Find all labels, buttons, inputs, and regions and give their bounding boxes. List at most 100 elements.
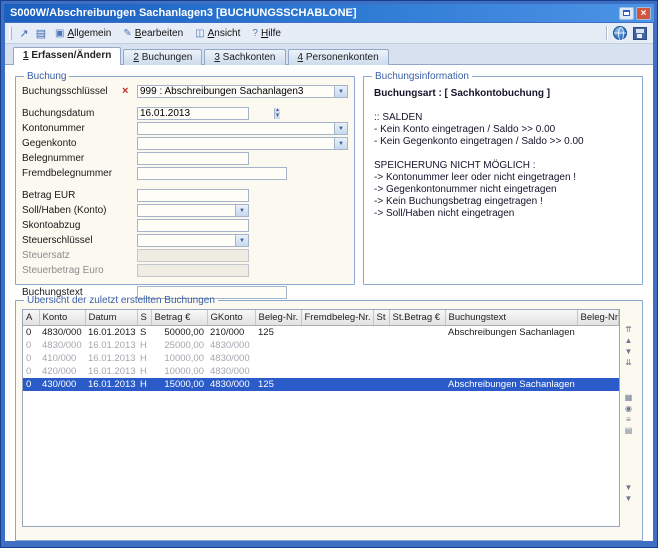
col-header-st[interactable]: St xyxy=(373,310,389,325)
col-header-beleg-nr2[interactable]: Beleg-Nr.2 xyxy=(577,310,619,325)
skontoabzug-input[interactable] xyxy=(137,219,249,232)
overview-title: Übersicht der zuletzt erstellten Buchung… xyxy=(24,295,218,306)
last-record-icon[interactable]: ⇊ xyxy=(625,358,632,369)
menu-ansicht[interactable]: ◫ Ansicht xyxy=(191,26,246,41)
tab-personenkonten[interactable]: 4 Personenkonten xyxy=(288,49,389,65)
chevron-down-icon[interactable]: ▼ xyxy=(235,235,248,246)
table-row[interactable]: 0 4830/000 16.01.2013 S 50000,00 210/000… xyxy=(23,325,619,339)
menu-label-hilfe: Hilfe xyxy=(261,28,281,39)
buchungsdatum-label: Buchungsdatum xyxy=(22,108,122,119)
kontonummer-label: Kontonummer xyxy=(22,123,122,134)
scroll-down-icon[interactable]: ▼ xyxy=(625,483,633,494)
kontonummer-value xyxy=(138,123,334,134)
title-bar[interactable]: S000W/Abschreibungen Sachanlagen3 [BUCHU… xyxy=(4,4,654,22)
menu-label-allgemein: Allgemein xyxy=(67,28,111,39)
menu-bearbeiten[interactable]: ✎ Bearbeiten xyxy=(119,26,189,41)
first-record-icon[interactable]: ⇈ xyxy=(625,325,632,336)
col-header-betrag[interactable]: Betrag € xyxy=(151,310,207,325)
clear-icon[interactable]: × xyxy=(122,86,128,97)
close-button[interactable]: × xyxy=(636,7,651,20)
gegenkonto-value xyxy=(138,138,334,149)
table-row[interactable]: 0 4830/000 16.01.2013 H 25000,00 4830/00… xyxy=(23,339,619,352)
skontoabzug-label: Skontoabzug xyxy=(22,220,122,231)
toolbar-separator xyxy=(606,26,607,40)
kontonummer-combo[interactable]: ▼ xyxy=(137,122,348,135)
booking-info-body: Buchungsart : [ Sachkontobuchung ] :: SA… xyxy=(370,85,636,223)
steuerbetrag-euro-label: Steuerbetrag Euro xyxy=(22,265,122,276)
field-row-steuerbetrag-euro: Steuerbetrag Euro xyxy=(22,264,348,277)
soll-haben-value xyxy=(138,205,235,216)
buchungsschluessel-value: 999 : Abschreibungen Sachanlagen3 xyxy=(138,86,334,97)
chevron-down-icon[interactable]: ▼ xyxy=(235,205,248,216)
chevron-down-icon[interactable]: ▼ xyxy=(334,86,347,97)
field-row-steuerschluessel: Steuerschlüssel ▼ xyxy=(22,234,348,247)
tab-sachkonten[interactable]: 3 Sachkonten xyxy=(204,49,285,65)
soll-haben-label: Soll/Haben (Konto) xyxy=(22,205,122,216)
booking-info-fieldset: Buchungsinformation Buchungsart : [ Sach… xyxy=(363,71,643,285)
next-record-icon[interactable]: ▼ xyxy=(625,347,633,358)
col-header-datum[interactable]: Datum xyxy=(85,310,137,325)
info-line: - Kein Konto eingetragen / Saldo >> 0.00 xyxy=(374,124,632,136)
gegenkonto-label: Gegenkonto xyxy=(22,138,122,149)
table-row[interactable]: 0 420/000 16.01.2013 H 10000,00 4830/000 xyxy=(23,365,619,378)
table-row-selected[interactable]: 0 430/000 16.01.2013 H 15000,00 4830/000… xyxy=(23,378,619,391)
col-header-a[interactable]: A xyxy=(23,310,39,325)
betrag-eur-label: Betrag EUR xyxy=(22,190,122,201)
steuersatz-label: Steuersatz xyxy=(22,250,122,261)
col-header-st-betrag[interactable]: St.Betrag € xyxy=(389,310,445,325)
fremdbelegnummer-input[interactable] xyxy=(137,167,287,180)
tab-strip: 1 Erfassen/Ändern 2 Buchungen 3 Sachkont… xyxy=(5,44,653,64)
col-header-beleg-nr[interactable]: Beleg-Nr. xyxy=(255,310,301,325)
info-line: SPEICHERUNG NICHT MÖGLICH : xyxy=(374,160,632,172)
col-header-s[interactable]: S xyxy=(137,310,151,325)
menu-allgemein[interactable]: ▣ Allgemein xyxy=(51,26,117,41)
field-row-gegenkonto: Gegenkonto ▼ xyxy=(22,137,348,150)
col-header-fremdbeleg-nr[interactable]: Fremdbeleg-Nr. xyxy=(301,310,373,325)
save-icon[interactable] xyxy=(633,27,647,40)
col-header-konto[interactable]: Konto xyxy=(39,310,85,325)
spin-down-icon[interactable]: ▼ xyxy=(275,113,280,119)
detail-icon[interactable]: ▤ xyxy=(625,426,633,437)
buchungsdatum-input[interactable] xyxy=(138,108,274,119)
gegenkonto-combo[interactable]: ▼ xyxy=(137,137,348,150)
zoom-icon[interactable]: ◉ xyxy=(625,404,632,415)
col-header-gkonto[interactable]: GKonto xyxy=(207,310,255,325)
prev-record-icon[interactable]: ▲ xyxy=(625,336,633,347)
belegnummer-input[interactable] xyxy=(137,152,249,165)
restore-icon xyxy=(623,10,630,16)
info-line: -> Kein Buchungsbetrag eingetragen ! xyxy=(374,196,632,208)
chevron-down-icon[interactable]: ▼ xyxy=(334,138,347,149)
pencil-icon: ✎ xyxy=(123,28,131,39)
grid-icon[interactable]: ▦ xyxy=(625,393,633,404)
sheet-icon[interactable]: ▤ xyxy=(34,26,48,40)
betrag-eur-input[interactable] xyxy=(137,189,249,202)
tab-erfassen-aendern[interactable]: 1 Erfassen/Ändern xyxy=(13,47,121,65)
overview-fieldset: Übersicht der zuletzt erstellten Buchung… xyxy=(15,295,643,541)
view-icon: ◫ xyxy=(195,28,204,39)
list-icon[interactable]: ≡ xyxy=(626,415,631,426)
page-end-icon[interactable]: ▼ xyxy=(625,494,633,505)
globe-icon[interactable] xyxy=(613,26,627,40)
booking-fieldset-title: Buchung xyxy=(24,71,69,82)
tab-buchungen[interactable]: 2 Buchungen xyxy=(123,49,202,65)
table-row[interactable]: 0 410/000 16.01.2013 H 10000,00 4830/000 xyxy=(23,352,619,365)
field-row-kontonummer: Kontonummer ▼ xyxy=(22,122,348,135)
menu-hilfe[interactable]: ? Hilfe xyxy=(248,26,287,41)
toolbar-grip[interactable] xyxy=(9,27,12,40)
menu-label-bearbeiten: Bearbeiten xyxy=(135,28,183,39)
chevron-down-icon[interactable]: ▼ xyxy=(334,123,347,134)
soll-haben-combo[interactable]: ▼ xyxy=(137,204,249,217)
field-row-buchungsschluessel: Buchungsschlüssel × 999 : Abschreibungen… xyxy=(22,85,348,98)
content-panel: Buchung Buchungsschlüssel × 999 : Abschr… xyxy=(5,64,653,541)
steuerbetrag-euro-input xyxy=(137,264,249,277)
info-line: :: SALDEN xyxy=(374,112,632,124)
info-line: -> Soll/Haben nicht eingetragen xyxy=(374,208,632,220)
buchungsschluessel-combo[interactable]: 999 : Abschreibungen Sachanlagen3 ▼ xyxy=(137,85,348,98)
info-line: Buchungsart : [ Sachkontobuchung ] xyxy=(374,88,632,100)
restore-button[interactable] xyxy=(619,7,634,20)
client-area: ↗ ▤ ▣ Allgemein ✎ Bearbeiten ◫ Ansicht ?… xyxy=(5,23,653,541)
steuerschluessel-combo[interactable]: ▼ xyxy=(137,234,249,247)
jump-icon[interactable]: ↗ xyxy=(17,26,31,40)
field-row-steuersatz: Steuersatz xyxy=(22,249,348,262)
col-header-buchungstext[interactable]: Buchungstext xyxy=(445,310,577,325)
